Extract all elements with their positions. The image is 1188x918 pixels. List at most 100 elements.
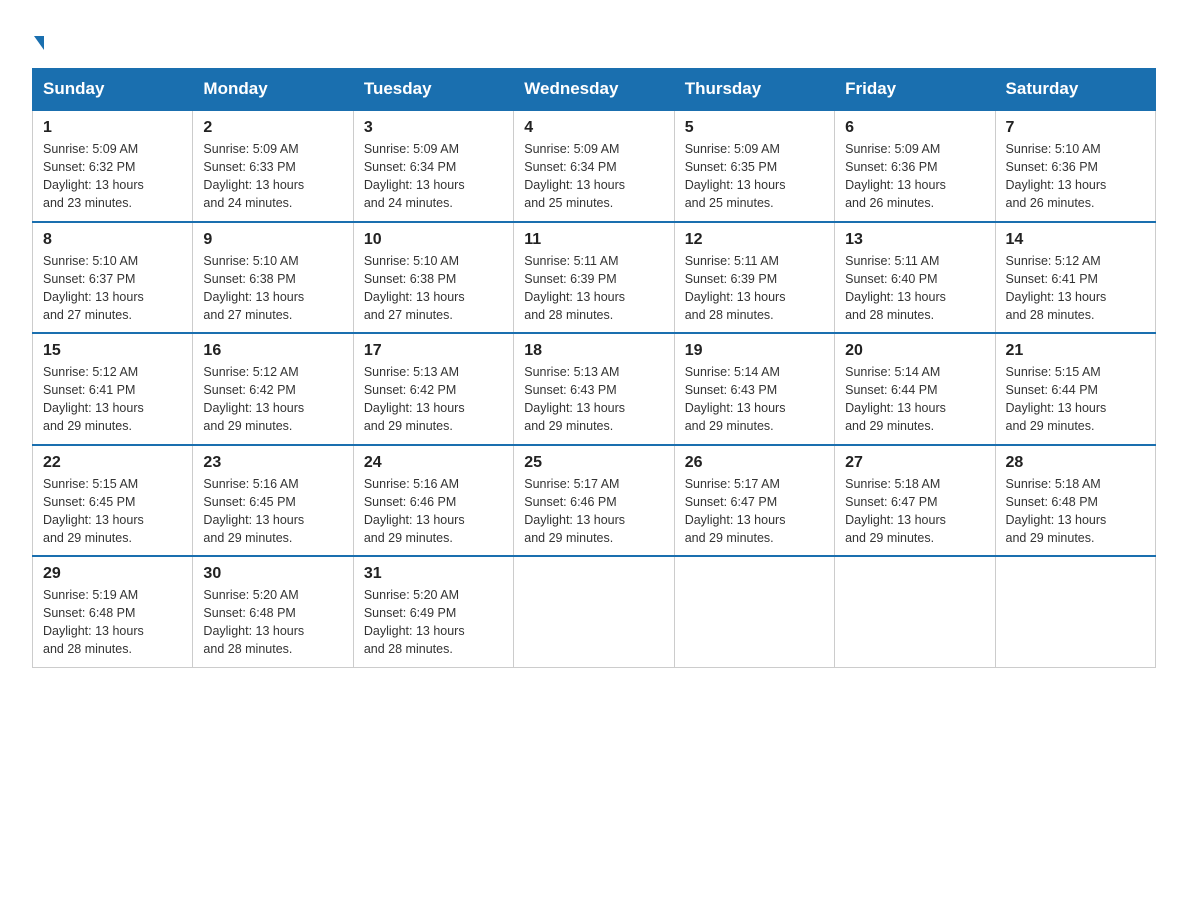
calendar-cell	[835, 556, 995, 667]
day-number: 1	[43, 119, 182, 137]
day-info: Sunrise: 5:09 AMSunset: 6:32 PMDaylight:…	[43, 142, 144, 210]
day-number: 30	[203, 565, 342, 583]
day-number: 22	[43, 454, 182, 472]
week-row-1: 1 Sunrise: 5:09 AMSunset: 6:32 PMDayligh…	[33, 110, 1156, 222]
calendar-cell: 22 Sunrise: 5:15 AMSunset: 6:45 PMDaylig…	[33, 445, 193, 557]
day-number: 4	[524, 119, 663, 137]
day-info: Sunrise: 5:16 AMSunset: 6:46 PMDaylight:…	[364, 477, 465, 545]
day-info: Sunrise: 5:09 AMSunset: 6:33 PMDaylight:…	[203, 142, 304, 210]
day-number: 14	[1006, 231, 1145, 249]
calendar-cell: 16 Sunrise: 5:12 AMSunset: 6:42 PMDaylig…	[193, 333, 353, 445]
calendar-cell	[995, 556, 1155, 667]
header-friday: Friday	[835, 69, 995, 111]
calendar-cell: 20 Sunrise: 5:14 AMSunset: 6:44 PMDaylig…	[835, 333, 995, 445]
day-number: 12	[685, 231, 824, 249]
day-number: 20	[845, 342, 984, 360]
day-info: Sunrise: 5:11 AMSunset: 6:39 PMDaylight:…	[524, 254, 625, 322]
header-saturday: Saturday	[995, 69, 1155, 111]
calendar-cell: 18 Sunrise: 5:13 AMSunset: 6:43 PMDaylig…	[514, 333, 674, 445]
day-number: 28	[1006, 454, 1145, 472]
day-info: Sunrise: 5:12 AMSunset: 6:41 PMDaylight:…	[1006, 254, 1107, 322]
day-info: Sunrise: 5:09 AMSunset: 6:36 PMDaylight:…	[845, 142, 946, 210]
calendar-cell: 3 Sunrise: 5:09 AMSunset: 6:34 PMDayligh…	[353, 110, 513, 222]
day-info: Sunrise: 5:10 AMSunset: 6:38 PMDaylight:…	[203, 254, 304, 322]
week-row-3: 15 Sunrise: 5:12 AMSunset: 6:41 PMDaylig…	[33, 333, 1156, 445]
calendar-cell: 21 Sunrise: 5:15 AMSunset: 6:44 PMDaylig…	[995, 333, 1155, 445]
logo	[32, 24, 44, 52]
day-info: Sunrise: 5:10 AMSunset: 6:38 PMDaylight:…	[364, 254, 465, 322]
day-number: 19	[685, 342, 824, 360]
day-number: 29	[43, 565, 182, 583]
calendar-cell	[674, 556, 834, 667]
calendar-cell: 13 Sunrise: 5:11 AMSunset: 6:40 PMDaylig…	[835, 222, 995, 334]
calendar-cell: 6 Sunrise: 5:09 AMSunset: 6:36 PMDayligh…	[835, 110, 995, 222]
day-number: 11	[524, 231, 663, 249]
day-number: 31	[364, 565, 503, 583]
day-number: 10	[364, 231, 503, 249]
calendar-table: SundayMondayTuesdayWednesdayThursdayFrid…	[32, 68, 1156, 668]
day-number: 8	[43, 231, 182, 249]
day-info: Sunrise: 5:09 AMSunset: 6:35 PMDaylight:…	[685, 142, 786, 210]
calendar-cell: 8 Sunrise: 5:10 AMSunset: 6:37 PMDayligh…	[33, 222, 193, 334]
calendar-cell: 15 Sunrise: 5:12 AMSunset: 6:41 PMDaylig…	[33, 333, 193, 445]
header-monday: Monday	[193, 69, 353, 111]
day-number: 7	[1006, 119, 1145, 137]
day-number: 15	[43, 342, 182, 360]
day-number: 17	[364, 342, 503, 360]
calendar-cell: 10 Sunrise: 5:10 AMSunset: 6:38 PMDaylig…	[353, 222, 513, 334]
day-info: Sunrise: 5:18 AMSunset: 6:47 PMDaylight:…	[845, 477, 946, 545]
header-tuesday: Tuesday	[353, 69, 513, 111]
calendar-cell: 17 Sunrise: 5:13 AMSunset: 6:42 PMDaylig…	[353, 333, 513, 445]
logo-triangle-icon	[34, 36, 44, 50]
calendar-cell: 26 Sunrise: 5:17 AMSunset: 6:47 PMDaylig…	[674, 445, 834, 557]
week-row-4: 22 Sunrise: 5:15 AMSunset: 6:45 PMDaylig…	[33, 445, 1156, 557]
day-number: 5	[685, 119, 824, 137]
day-info: Sunrise: 5:12 AMSunset: 6:41 PMDaylight:…	[43, 365, 144, 433]
day-number: 25	[524, 454, 663, 472]
day-info: Sunrise: 5:09 AMSunset: 6:34 PMDaylight:…	[524, 142, 625, 210]
calendar-cell: 7 Sunrise: 5:10 AMSunset: 6:36 PMDayligh…	[995, 110, 1155, 222]
day-info: Sunrise: 5:19 AMSunset: 6:48 PMDaylight:…	[43, 588, 144, 656]
page-header	[32, 24, 1156, 52]
day-number: 9	[203, 231, 342, 249]
calendar-cell: 2 Sunrise: 5:09 AMSunset: 6:33 PMDayligh…	[193, 110, 353, 222]
day-info: Sunrise: 5:12 AMSunset: 6:42 PMDaylight:…	[203, 365, 304, 433]
day-info: Sunrise: 5:10 AMSunset: 6:36 PMDaylight:…	[1006, 142, 1107, 210]
day-number: 3	[364, 119, 503, 137]
day-info: Sunrise: 5:15 AMSunset: 6:44 PMDaylight:…	[1006, 365, 1107, 433]
calendar-cell: 28 Sunrise: 5:18 AMSunset: 6:48 PMDaylig…	[995, 445, 1155, 557]
calendar-cell: 30 Sunrise: 5:20 AMSunset: 6:48 PMDaylig…	[193, 556, 353, 667]
day-info: Sunrise: 5:20 AMSunset: 6:49 PMDaylight:…	[364, 588, 465, 656]
calendar-cell: 29 Sunrise: 5:19 AMSunset: 6:48 PMDaylig…	[33, 556, 193, 667]
calendar-cell: 27 Sunrise: 5:18 AMSunset: 6:47 PMDaylig…	[835, 445, 995, 557]
calendar-cell: 25 Sunrise: 5:17 AMSunset: 6:46 PMDaylig…	[514, 445, 674, 557]
day-info: Sunrise: 5:13 AMSunset: 6:43 PMDaylight:…	[524, 365, 625, 433]
calendar-cell: 19 Sunrise: 5:14 AMSunset: 6:43 PMDaylig…	[674, 333, 834, 445]
day-info: Sunrise: 5:17 AMSunset: 6:47 PMDaylight:…	[685, 477, 786, 545]
calendar-cell: 4 Sunrise: 5:09 AMSunset: 6:34 PMDayligh…	[514, 110, 674, 222]
day-info: Sunrise: 5:10 AMSunset: 6:37 PMDaylight:…	[43, 254, 144, 322]
calendar-header-row: SundayMondayTuesdayWednesdayThursdayFrid…	[33, 69, 1156, 111]
day-info: Sunrise: 5:18 AMSunset: 6:48 PMDaylight:…	[1006, 477, 1107, 545]
day-info: Sunrise: 5:15 AMSunset: 6:45 PMDaylight:…	[43, 477, 144, 545]
calendar-cell: 11 Sunrise: 5:11 AMSunset: 6:39 PMDaylig…	[514, 222, 674, 334]
day-number: 23	[203, 454, 342, 472]
day-info: Sunrise: 5:09 AMSunset: 6:34 PMDaylight:…	[364, 142, 465, 210]
calendar-cell: 5 Sunrise: 5:09 AMSunset: 6:35 PMDayligh…	[674, 110, 834, 222]
day-number: 18	[524, 342, 663, 360]
day-info: Sunrise: 5:20 AMSunset: 6:48 PMDaylight:…	[203, 588, 304, 656]
calendar-cell: 9 Sunrise: 5:10 AMSunset: 6:38 PMDayligh…	[193, 222, 353, 334]
day-number: 26	[685, 454, 824, 472]
day-number: 16	[203, 342, 342, 360]
calendar-cell: 31 Sunrise: 5:20 AMSunset: 6:49 PMDaylig…	[353, 556, 513, 667]
header-sunday: Sunday	[33, 69, 193, 111]
header-wednesday: Wednesday	[514, 69, 674, 111]
day-number: 13	[845, 231, 984, 249]
day-number: 6	[845, 119, 984, 137]
week-row-2: 8 Sunrise: 5:10 AMSunset: 6:37 PMDayligh…	[33, 222, 1156, 334]
week-row-5: 29 Sunrise: 5:19 AMSunset: 6:48 PMDaylig…	[33, 556, 1156, 667]
calendar-cell: 14 Sunrise: 5:12 AMSunset: 6:41 PMDaylig…	[995, 222, 1155, 334]
day-number: 27	[845, 454, 984, 472]
day-info: Sunrise: 5:16 AMSunset: 6:45 PMDaylight:…	[203, 477, 304, 545]
calendar-cell: 1 Sunrise: 5:09 AMSunset: 6:32 PMDayligh…	[33, 110, 193, 222]
